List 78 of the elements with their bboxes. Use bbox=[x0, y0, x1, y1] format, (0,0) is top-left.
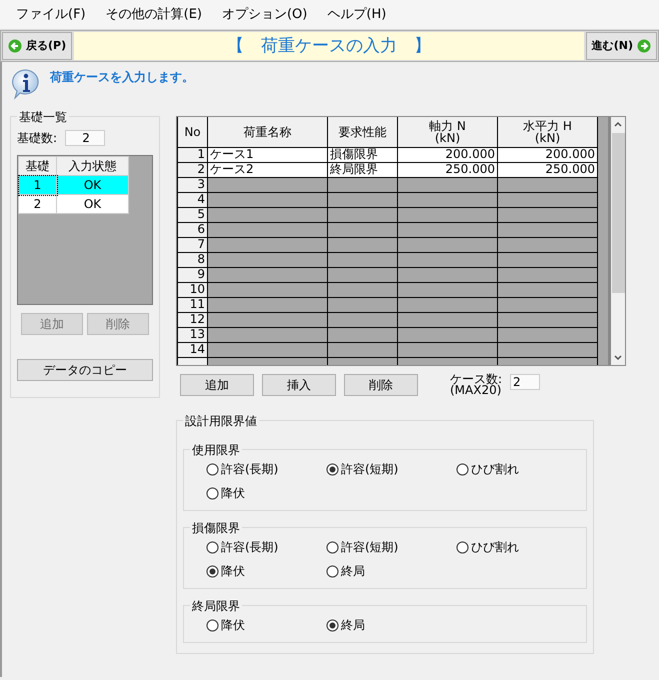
radio-icon[interactable] bbox=[326, 618, 339, 632]
next-button[interactable]: 進む(N) bbox=[586, 32, 657, 60]
button[interactable]: 削除 bbox=[344, 374, 418, 396]
count-field[interactable]: 2 bbox=[65, 130, 106, 146]
radio-option[interactable]: 降伏 bbox=[206, 616, 326, 634]
radio-icon[interactable] bbox=[326, 540, 339, 554]
radio-icon[interactable] bbox=[456, 462, 469, 476]
menu-item[interactable]: ファイル(F) bbox=[8, 2, 94, 26]
info-message: 荷重ケースを入力します。 bbox=[50, 69, 194, 86]
table-cell[interactable]: ケース2 bbox=[208, 162, 328, 177]
radio-option[interactable]: 許容(長期) bbox=[206, 460, 326, 478]
table-cell[interactable]: 250.000 bbox=[498, 162, 598, 177]
row-number: 3 bbox=[178, 177, 208, 192]
row-number: 5 bbox=[178, 207, 208, 222]
radio-icon[interactable] bbox=[206, 564, 219, 578]
radio-icon[interactable] bbox=[206, 462, 219, 476]
radio-option[interactable]: ひび割れ bbox=[456, 538, 556, 556]
column-header: 基礎 bbox=[18, 156, 56, 176]
table-cell[interactable]: 250.000 bbox=[398, 162, 498, 177]
radio-option[interactable]: 降伏 bbox=[206, 562, 326, 580]
row-number: 6 bbox=[178, 222, 208, 237]
count-field[interactable]: 2 bbox=[510, 374, 540, 390]
row-number: 13 bbox=[178, 327, 208, 342]
column-header: 要求性能 bbox=[328, 117, 398, 147]
count-label: 基礎数: bbox=[17, 130, 58, 147]
table-cell[interactable]: OK bbox=[56, 194, 128, 214]
scroll-thumb[interactable] bbox=[612, 133, 624, 293]
menu-item[interactable]: オプション(O) bbox=[214, 2, 316, 26]
column-header: 荷重名称 bbox=[208, 117, 328, 147]
row-number: 4 bbox=[178, 192, 208, 207]
column-header: 水平力 H (kN) bbox=[498, 117, 598, 147]
copy-button[interactable]: データのコピー bbox=[17, 359, 153, 381]
row-number: 9 bbox=[178, 267, 208, 282]
group-legend: 損傷限界 bbox=[190, 519, 242, 537]
table-cell[interactable]: 1 bbox=[18, 176, 56, 194]
row-number: 7 bbox=[178, 237, 208, 252]
back-button[interactable]: 戻る(P) bbox=[2, 32, 72, 60]
table-cell[interactable]: 200.000 bbox=[398, 147, 498, 162]
row-number: 11 bbox=[178, 297, 208, 312]
back-arrow-icon bbox=[8, 39, 22, 53]
group-legend: 終局限界 bbox=[190, 597, 242, 615]
row-number: 1 bbox=[178, 147, 208, 162]
row-number: 2 bbox=[178, 162, 208, 177]
radio-option[interactable]: 許容(短期) bbox=[326, 538, 456, 556]
forward-arrow-icon bbox=[637, 39, 651, 53]
table-cell[interactable]: ケース1 bbox=[208, 147, 328, 162]
radio-icon[interactable] bbox=[206, 486, 219, 500]
radio-option[interactable]: 終局 bbox=[326, 562, 456, 580]
column-header: 入力状態 bbox=[56, 156, 128, 176]
button[interactable]: 挿入 bbox=[262, 374, 336, 396]
column-header: 軸力 N (kN) bbox=[398, 117, 498, 147]
table-cell[interactable]: 終局限界 bbox=[328, 162, 398, 177]
radio-icon[interactable] bbox=[206, 618, 219, 632]
count-label: ケース数: (MAX20) bbox=[450, 374, 502, 396]
row-number: 8 bbox=[178, 252, 208, 267]
group-legend: 設計用限界値 bbox=[183, 412, 259, 430]
radio-option[interactable]: ひび割れ bbox=[456, 460, 556, 478]
menu-item[interactable]: その他の計算(E) bbox=[98, 2, 210, 26]
scrollbar[interactable] bbox=[608, 117, 625, 365]
table-cell[interactable]: 2 bbox=[18, 194, 56, 214]
radio-option[interactable]: 降伏 bbox=[206, 484, 326, 502]
radio-icon[interactable] bbox=[326, 462, 339, 476]
table-cell[interactable]: 200.000 bbox=[498, 147, 598, 162]
row-number: 10 bbox=[178, 282, 208, 297]
radio-icon[interactable] bbox=[326, 564, 339, 578]
button[interactable]: 追加 bbox=[180, 374, 254, 396]
radio-icon[interactable] bbox=[206, 540, 219, 554]
radio-option[interactable]: 終局 bbox=[326, 616, 456, 634]
table-cell[interactable]: 損傷限界 bbox=[328, 147, 398, 162]
page-title: 【 荷重ケースの入力 】 bbox=[74, 32, 584, 60]
table-cell[interactable]: OK bbox=[56, 176, 128, 194]
row-number: 14 bbox=[178, 342, 208, 357]
row-number: 12 bbox=[178, 312, 208, 327]
radio-option[interactable]: 許容(長期) bbox=[206, 538, 326, 556]
menu-item[interactable]: ヘルプ(H) bbox=[319, 2, 394, 26]
radio-icon[interactable] bbox=[456, 540, 469, 554]
column-header: No bbox=[178, 117, 208, 147]
radio-option[interactable]: 許容(短期) bbox=[326, 460, 456, 478]
